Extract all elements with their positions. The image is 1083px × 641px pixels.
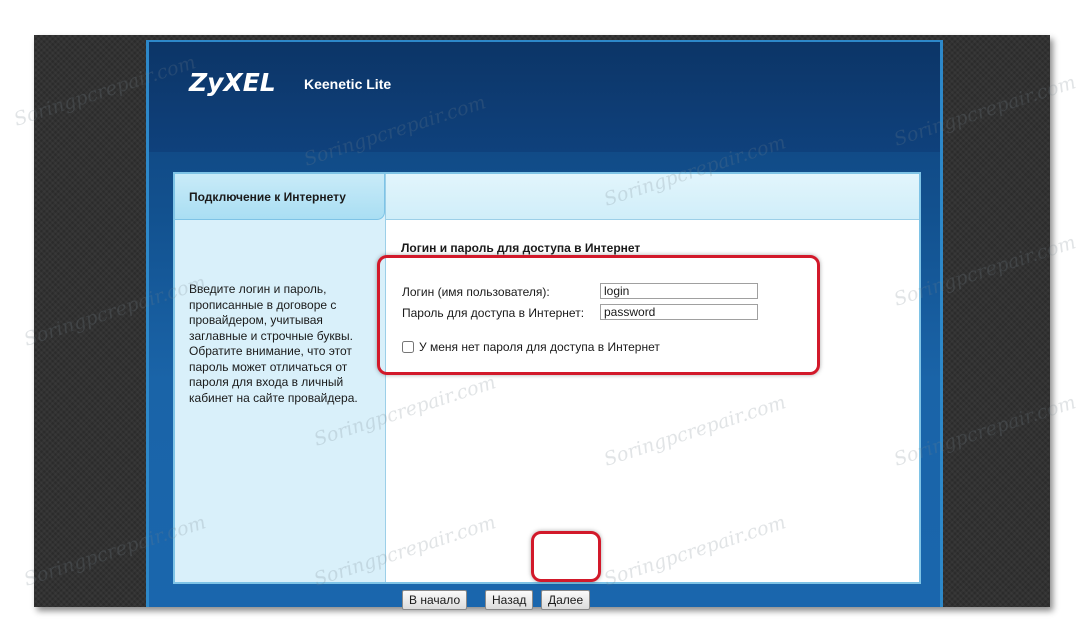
model-name: Keenetic Lite (304, 76, 392, 92)
highlight-credentials (377, 255, 820, 375)
next-button[interactable]: Далее (541, 590, 591, 610)
back-button[interactable]: Назад (485, 590, 534, 610)
header-bar: ZyXEL Keenetic Lite (149, 42, 940, 152)
zyxel-logo: ZyXEL (189, 68, 276, 97)
section-title: Логин и пароль для доступа в Интернет (401, 241, 641, 255)
help-text: Введите логин и пароль, прописанные в до… (189, 282, 358, 405)
highlight-next-button (531, 531, 601, 582)
content-top-band (386, 174, 919, 220)
start-button[interactable]: В начало (402, 590, 468, 610)
sidebar: Подключение к Интернету Введите логин и … (175, 174, 386, 582)
wizard-panel: Подключение к Интернету Введите логин и … (173, 172, 921, 610)
sidebar-tab-internet-connection[interactable]: Подключение к Интернету (175, 174, 385, 220)
